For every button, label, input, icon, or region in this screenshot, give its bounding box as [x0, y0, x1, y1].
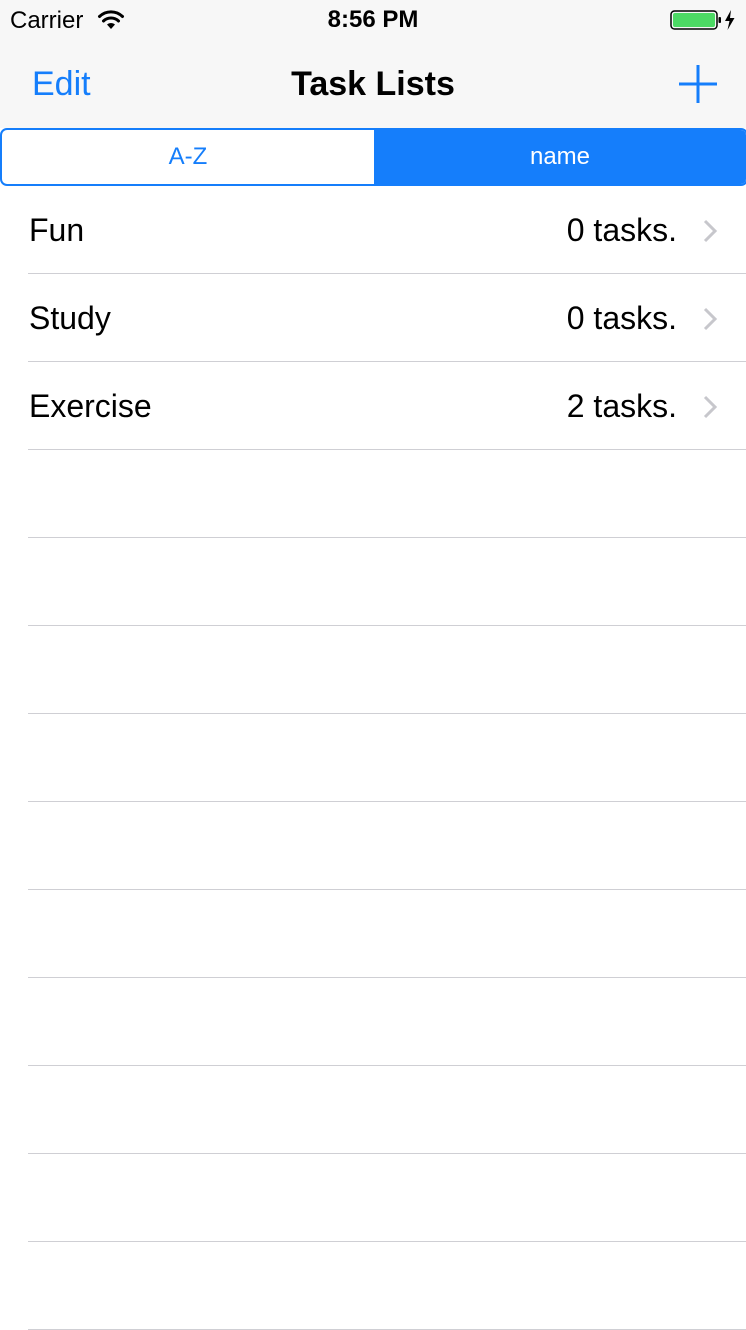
- segment-a-z[interactable]: A-Z: [2, 130, 374, 184]
- list-item[interactable]: Exercise 2 tasks.: [0, 362, 746, 450]
- list-item-task-count: 2 tasks.: [566, 388, 677, 424]
- list-item[interactable]: Study 0 tasks.: [0, 274, 746, 362]
- empty-row: [0, 1242, 746, 1330]
- list-item-task-count: 0 tasks.: [566, 212, 677, 248]
- segment-name[interactable]: name: [374, 130, 746, 184]
- empty-row: [0, 626, 746, 714]
- list-item-title: Exercise: [29, 388, 152, 424]
- empty-row: [0, 1066, 746, 1154]
- status-time: 8:56 PM: [327, 6, 419, 33]
- sort-segmented-control: A-Z name: [0, 128, 746, 186]
- empty-row: [0, 890, 746, 978]
- chevron-right-icon: [703, 307, 718, 331]
- list-item-title: Study: [29, 300, 111, 336]
- list-item[interactable]: Fun 0 tasks.: [0, 186, 746, 274]
- chevron-right-icon: [703, 219, 718, 243]
- top-bar: Carrier 8:56 PM Edit Task Lists: [0, 0, 746, 128]
- task-list-table: Fun 0 tasks. Study 0 tasks. Exercise 2 t…: [0, 186, 746, 1330]
- chevron-right-icon: [703, 395, 718, 419]
- list-item-task-count: 0 tasks.: [566, 300, 677, 336]
- empty-row: [0, 450, 746, 538]
- list-item-title: Fun: [29, 212, 85, 248]
- empty-row: [0, 978, 746, 1066]
- empty-row: [0, 1154, 746, 1242]
- plus-icon[interactable]: [676, 62, 720, 106]
- empty-row: [0, 538, 746, 626]
- page-title: Task Lists: [291, 65, 455, 103]
- empty-row: [0, 714, 746, 802]
- empty-row: [0, 802, 746, 890]
- battery-charging-icon: [670, 10, 735, 30]
